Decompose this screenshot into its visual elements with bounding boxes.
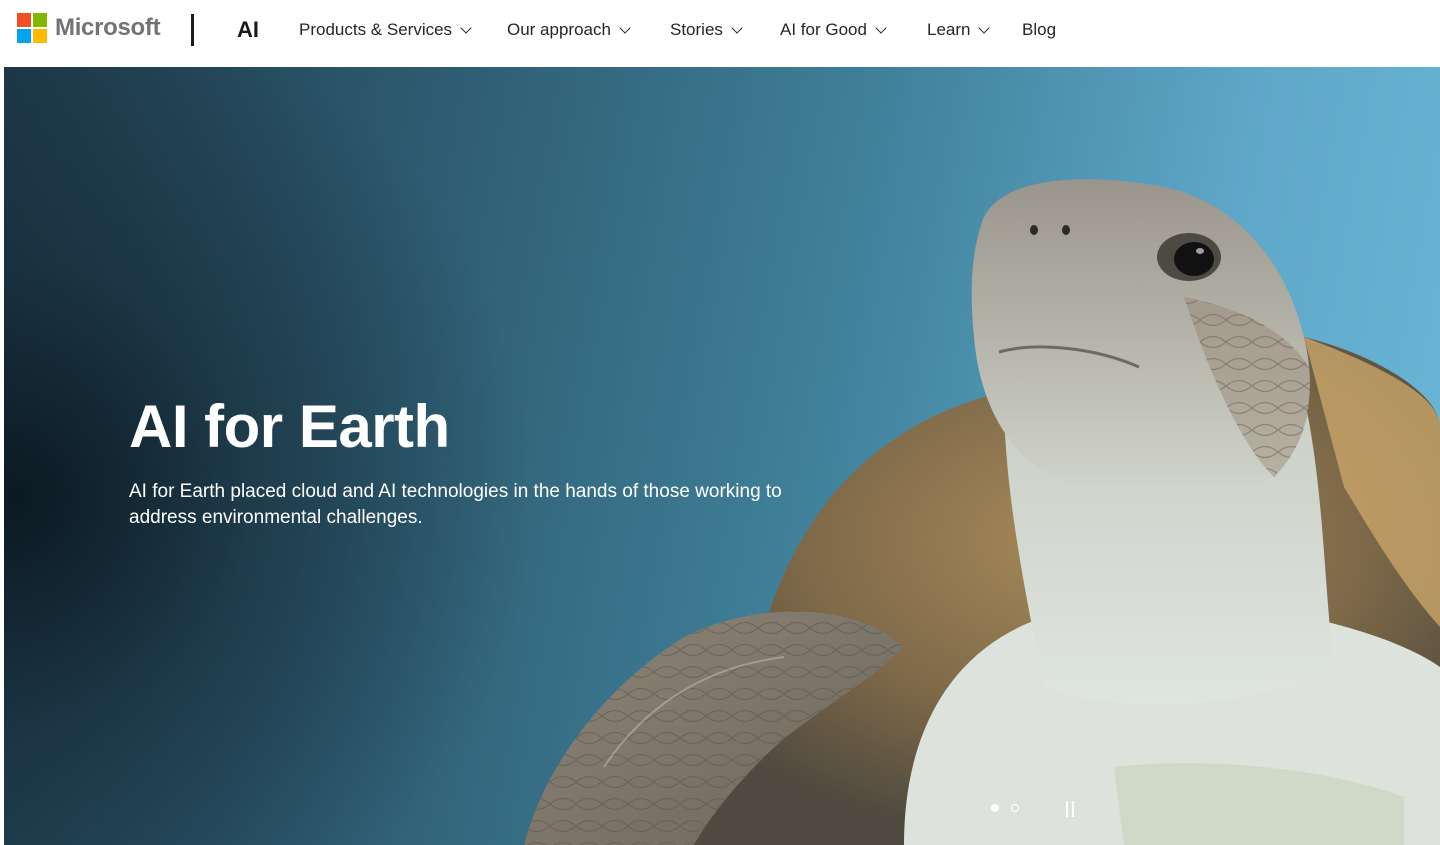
chevron-down-icon <box>619 22 631 34</box>
nav-label: AI for Good <box>780 20 867 39</box>
nav-blog[interactable]: Blog <box>1022 20 1056 40</box>
chevron-down-icon <box>978 22 991 34</box>
hero-description: AI for Earth placed cloud and AI technol… <box>129 481 782 528</box>
microsoft-logo[interactable]: Microsoft <box>17 13 161 43</box>
pause-icon[interactable] <box>1064 801 1078 817</box>
nav-learn[interactable]: Learn <box>927 20 991 40</box>
site-name-link[interactable]: AI <box>237 17 259 43</box>
nav-label: Products & Services <box>299 20 453 39</box>
site-header: Microsoft AI Products & Services Our app… <box>0 0 1440 67</box>
carousel-dot-2[interactable] <box>1011 804 1019 812</box>
chevron-down-icon <box>875 22 887 34</box>
nav-our-approach[interactable]: Our approach <box>507 20 631 40</box>
nav-label: Our approach <box>507 20 611 39</box>
nav-label: Stories <box>670 20 723 39</box>
carousel-indicators <box>991 804 1019 812</box>
chevron-down-icon <box>731 22 743 34</box>
chevron-down-icon <box>460 22 472 34</box>
nav-ai-for-good[interactable]: AI for Good <box>780 20 887 40</box>
header-divider <box>191 14 194 46</box>
hero-title: AI for Earth <box>129 393 450 460</box>
microsoft-wordmark: Microsoft <box>55 14 161 41</box>
nav-stories[interactable]: Stories <box>670 20 743 40</box>
nav-label: Learn <box>927 20 971 39</box>
microsoft-logo-icon <box>17 13 47 43</box>
nav-products-services[interactable]: Products & Services <box>299 20 472 40</box>
nav-label: Blog <box>1022 20 1057 39</box>
carousel-dot-1[interactable] <box>991 804 999 812</box>
hero-banner: AI for Earth AI for Earth placed cloud a… <box>4 67 1440 845</box>
